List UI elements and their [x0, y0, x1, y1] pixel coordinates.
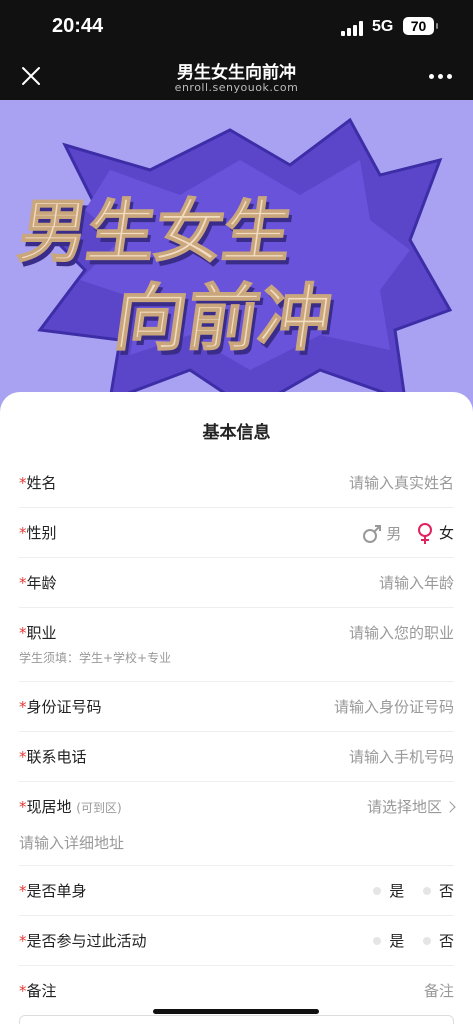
gender-row: *性别 男 女 — [19, 508, 454, 558]
radio-dot — [422, 886, 431, 895]
female-icon — [418, 522, 433, 544]
female-label: 女 — [438, 524, 454, 542]
radio-dot — [373, 936, 382, 945]
required-mark: * — [19, 524, 27, 542]
page-title: 男生女生向前冲 — [177, 63, 296, 83]
signal-icon — [341, 20, 365, 36]
name-row: *姓名 请输入真实姓名 — [19, 458, 454, 508]
required-mark: * — [19, 748, 27, 766]
single-radio-group: 是 否 — [359, 880, 454, 901]
id-label: 身份证号码 — [26, 698, 102, 716]
required-mark: * — [19, 624, 27, 642]
required-mark: * — [19, 932, 27, 950]
region-placeholder: 请选择地区 — [366, 798, 442, 816]
single-no-radio[interactable]: 否 — [409, 882, 454, 900]
address-label-hint: (可到区) — [76, 801, 122, 815]
page-url: enroll.senyouok.com — [174, 81, 299, 94]
region-picker[interactable]: 请选择地区 — [366, 796, 456, 817]
single-row: *是否单身 是 否 — [19, 866, 454, 916]
network-type: 5G — [372, 18, 394, 35]
age-row: *年龄 请输入年龄 — [19, 558, 454, 608]
notes-textarea[interactable] — [19, 1015, 454, 1024]
participated-no-label: 否 — [438, 932, 454, 950]
notes-input[interactable]: 备注 — [424, 980, 454, 1001]
name-input[interactable]: 请输入真实姓名 — [349, 472, 454, 493]
event-banner: 男生女生 男生女生 向前冲 向前冲 — [0, 100, 473, 420]
gender-option-male[interactable]: 男 — [362, 523, 402, 545]
section-title: 基本信息 — [202, 423, 271, 443]
banner-line2: 向前冲 — [109, 277, 337, 361]
gender-selector: 男 女 — [352, 522, 454, 546]
required-mark: * — [19, 574, 27, 592]
participated-yes-radio[interactable]: 是 — [359, 932, 404, 950]
required-mark: * — [19, 698, 27, 716]
age-input[interactable]: 请输入年龄 — [379, 572, 454, 593]
status-bar: 20:44 5G 70 — [0, 0, 473, 54]
id-input[interactable]: 请输入身份证号码 — [334, 696, 454, 717]
single-label: 是否单身 — [26, 882, 87, 900]
address-detail-input[interactable]: 请输入详细地址 — [19, 832, 124, 853]
gender-option-female[interactable]: 女 — [416, 522, 454, 545]
job-row: *职业 请输入您的职业 学生须填：学生+学校+专业 — [19, 608, 454, 682]
age-label: 年龄 — [26, 574, 57, 592]
single-yes-label: 是 — [389, 882, 405, 900]
required-mark: * — [19, 882, 27, 900]
name-label: 姓名 — [26, 474, 57, 492]
male-label: 男 — [386, 524, 402, 543]
id-row: *身份证号码 请输入身份证号码 — [19, 682, 454, 732]
required-mark: * — [19, 474, 27, 492]
radio-dot — [422, 936, 431, 945]
radio-dot — [373, 886, 382, 895]
participated-radio-group: 是 否 — [359, 930, 454, 951]
job-input[interactable]: 请输入您的职业 — [349, 622, 454, 643]
phone-label: 联系电话 — [26, 748, 87, 766]
banner-artwork: 男生女生 男生女生 向前冲 向前冲 — [13, 117, 453, 412]
phone-input[interactable]: 请输入手机号码 — [349, 746, 454, 767]
chevron-right-icon — [444, 801, 456, 813]
single-no-label: 否 — [438, 882, 454, 900]
home-indicator — [153, 1009, 319, 1014]
participated-row: *是否参与过此活动 是 否 — [19, 916, 454, 966]
notes-label: 备注 — [26, 982, 57, 1000]
gender-label: 性别 — [26, 524, 57, 542]
nav-bar: 男生女生向前冲 enroll.senyouok.com — [0, 54, 473, 100]
male-icon — [362, 525, 381, 543]
phone-row: *联系电话 请输入手机号码 — [19, 732, 454, 782]
required-mark: * — [19, 982, 27, 1000]
participated-no-radio[interactable]: 否 — [409, 932, 454, 950]
job-label: 职业 — [26, 624, 57, 642]
participated-yes-label: 是 — [389, 932, 405, 950]
more-icon[interactable] — [429, 74, 453, 80]
address-label: 现居地 — [26, 798, 72, 816]
notes-row: *备注 备注 — [19, 966, 454, 1014]
address-row: *现居地 (可到区) 请选择地区 请输入详细地址 — [19, 782, 456, 866]
battery-icon: 70 — [403, 17, 438, 35]
single-yes-radio[interactable]: 是 — [359, 882, 404, 900]
job-hint: 学生须填：学生+学校+专业 — [19, 651, 172, 665]
banner-line1: 男生女生 — [14, 193, 297, 272]
required-mark: * — [19, 798, 27, 816]
status-time: 20:44 — [52, 15, 104, 37]
participated-label: 是否参与过此活动 — [26, 932, 147, 950]
